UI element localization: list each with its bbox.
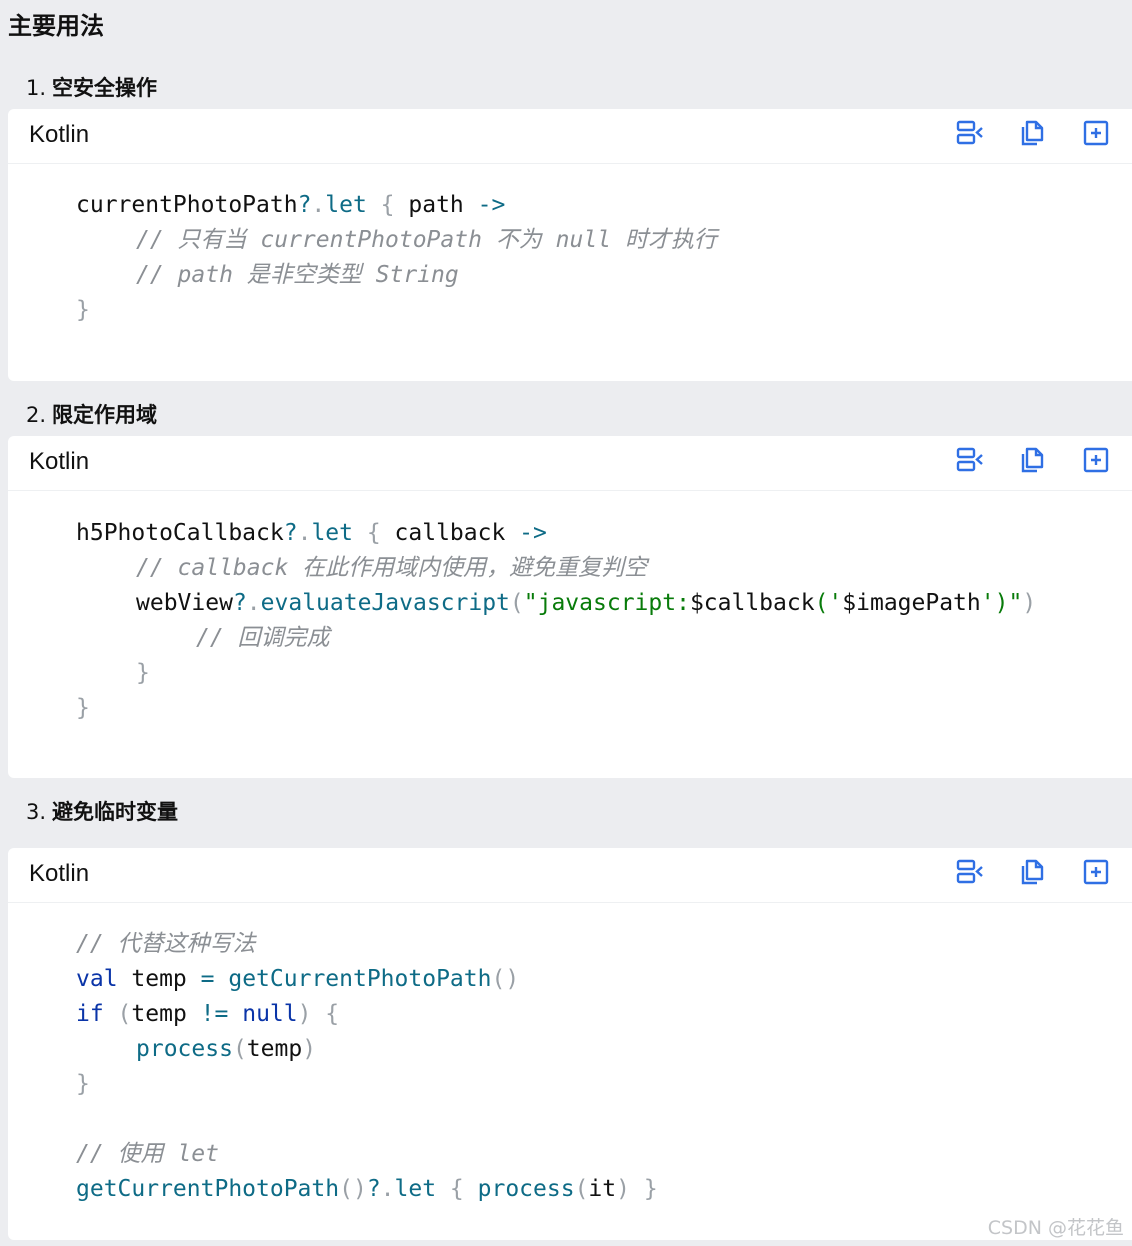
- code-content: currentPhotoPath?.let { path -> // 只有当 c…: [8, 109, 1132, 323]
- code-token: if: [76, 1001, 104, 1027]
- code-token: getCurrentPhotoPath: [228, 966, 492, 992]
- code-token: path: [408, 192, 464, 218]
- code-token: ': [828, 590, 843, 616]
- code-line: currentPhotoPath?.let { path ->: [76, 188, 505, 222]
- section-number: 1.: [26, 76, 47, 100]
- code-token: {: [352, 520, 395, 546]
- code-block-1: Kotlin currentPhotoPath?.let { path -> /…: [8, 109, 1132, 381]
- code-content: h5PhotoCallback?.let { callback -> // ca…: [8, 436, 1132, 721]
- code-comment: // 回调完成: [196, 625, 330, 651]
- code-token: ) }: [616, 1176, 658, 1202]
- code-token: (: [232, 1036, 247, 1062]
- code-token: callback: [394, 520, 506, 546]
- code-token: .: [311, 192, 326, 218]
- code-token: ): [1022, 590, 1037, 616]
- section-title: 限定作用域: [52, 403, 158, 427]
- code-token: .: [380, 1176, 395, 1202]
- code-token: ) {: [297, 1001, 340, 1027]
- code-token: currentPhotoPath: [76, 192, 298, 218]
- code-token: process: [477, 1176, 575, 1202]
- code-token: (: [509, 590, 524, 616]
- code-token: ->: [505, 520, 547, 546]
- code-token: getCurrentPhotoPath: [76, 1176, 340, 1202]
- code-token: it: [588, 1176, 617, 1202]
- code-token: evaluateJavascript: [260, 590, 510, 616]
- code-token: $imagePath: [842, 590, 981, 616]
- section-heading-2: 2. 限定作用域: [26, 399, 157, 429]
- code-block-2: Kotlin h5PhotoCallback?.let { callback -…: [8, 436, 1132, 778]
- section-title: 空安全操作: [52, 76, 158, 100]
- code-token: $callback: [689, 590, 815, 616]
- code-token: {: [366, 192, 409, 218]
- code-comment: // 只有当 currentPhotoPath 不为 null 时才执行: [136, 227, 717, 253]
- code-token: temp: [117, 966, 201, 992]
- code-brace: }: [76, 695, 90, 721]
- code-line: webView?.evaluateJavascript("javascript:…: [136, 586, 1036, 620]
- code-content: // 代替这种写法 val temp = getCurrentPhotoPath…: [8, 848, 1132, 1202]
- code-line: val temp = getCurrentPhotoPath(): [76, 962, 519, 996]
- code-token: (: [103, 1001, 132, 1027]
- code-token: null: [242, 1001, 298, 1027]
- section-title: 避免临时变量: [52, 800, 179, 824]
- code-token: ): [302, 1036, 317, 1062]
- code-token: webView: [136, 590, 233, 616]
- code-token: ?: [366, 1176, 381, 1202]
- page-title: 主要用法: [8, 12, 104, 40]
- code-token: temp: [131, 1001, 201, 1027]
- code-token: .: [297, 520, 312, 546]
- code-token: ?: [297, 192, 312, 218]
- code-token: process: [136, 1036, 233, 1062]
- code-token: val: [76, 966, 118, 992]
- code-token: ->: [463, 192, 506, 218]
- code-token: h5PhotoCallback: [76, 520, 284, 546]
- code-line: h5PhotoCallback?.let { callback ->: [76, 516, 547, 550]
- code-token: (: [574, 1176, 589, 1202]
- code-line: if (temp != null) {: [76, 997, 339, 1031]
- code-brace: }: [76, 297, 90, 323]
- code-token: let: [311, 520, 353, 546]
- section-heading-3: 3. 避免临时变量: [26, 796, 178, 826]
- code-comment: // 使用 let: [76, 1141, 219, 1167]
- code-comment: // callback 在此作用域内使用，避免重复判空: [136, 555, 648, 581]
- code-line: getCurrentPhotoPath()?.let { process(it)…: [76, 1172, 658, 1206]
- code-token: {: [436, 1176, 478, 1202]
- watermark: CSDN @花花鱼: [987, 1217, 1124, 1239]
- code-line: process(temp): [136, 1032, 316, 1066]
- section-heading-1: 1. 空安全操作: [26, 72, 157, 102]
- code-token: temp: [246, 1036, 303, 1062]
- code-token: (: [814, 590, 829, 616]
- section-number: 3.: [26, 800, 47, 824]
- code-token: !=: [200, 1001, 229, 1027]
- code-token: (): [339, 1176, 367, 1202]
- code-token: .: [246, 590, 261, 616]
- code-block-3: Kotlin // 代替这种写法 val temp = getCurrentPh…: [8, 848, 1132, 1240]
- code-token: =: [200, 966, 215, 992]
- code-token: ?: [283, 520, 298, 546]
- code-token: let: [394, 1176, 437, 1202]
- code-token: ?: [232, 590, 247, 616]
- code-token: )": [994, 590, 1023, 616]
- code-token: (): [491, 966, 520, 992]
- code-comment: // 代替这种写法: [76, 931, 256, 957]
- code-token: "javascript:: [523, 590, 690, 616]
- code-token: let: [325, 192, 367, 218]
- code-brace: }: [136, 660, 150, 686]
- code-token: ': [980, 590, 995, 616]
- code-brace: }: [76, 1071, 90, 1097]
- code-comment: // path 是非空类型 String: [136, 262, 459, 288]
- section-number: 2.: [26, 403, 47, 427]
